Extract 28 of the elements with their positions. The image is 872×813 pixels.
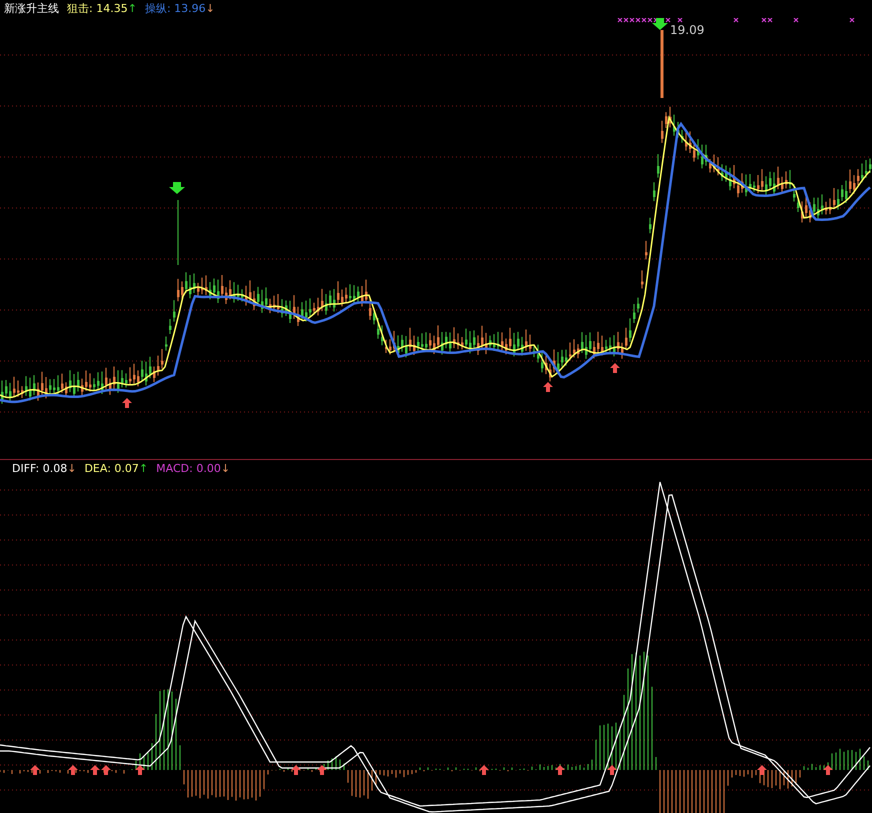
up-arrow-icon [291, 765, 301, 775]
indicator-reading: 狙击: 14.35 [67, 0, 128, 17]
up-arrow-icon [30, 765, 40, 775]
trend-arrow: ↓ [67, 460, 76, 477]
indicator-reading: 操纵: 13.96 [144, 0, 206, 17]
up-arrow-icon [68, 765, 78, 775]
trend-arrow: ↑ [138, 460, 148, 477]
up-arrow-icon [135, 765, 145, 775]
up-arrow-icon [317, 765, 327, 775]
up-arrow-icon [823, 765, 833, 775]
down-arrow-icon [169, 182, 185, 194]
indicator-reading: MACD: 0.00 [156, 460, 221, 477]
up-arrow-icon [610, 363, 620, 373]
up-arrow-icon [607, 765, 617, 775]
trend-arrow: ↓ [206, 0, 215, 17]
up-arrow-icon [543, 382, 553, 392]
indicator-title: 新涨升主线 [4, 0, 59, 17]
candlestick [660, 30, 664, 98]
trend-arrow: ↑ [128, 0, 137, 17]
indicator-reading: DIFF: 0.08 [12, 460, 68, 477]
indicator-reading: DEA: 0.07 [84, 460, 139, 477]
up-arrow-icon [757, 765, 767, 775]
down-arrow-icon [652, 18, 668, 30]
up-arrow-icon [122, 398, 132, 408]
trend-arrow: ↓ [220, 460, 230, 477]
up-arrow-icon [479, 765, 489, 775]
price-label: 19.09 [670, 23, 704, 37]
up-arrow-icon [555, 765, 565, 775]
